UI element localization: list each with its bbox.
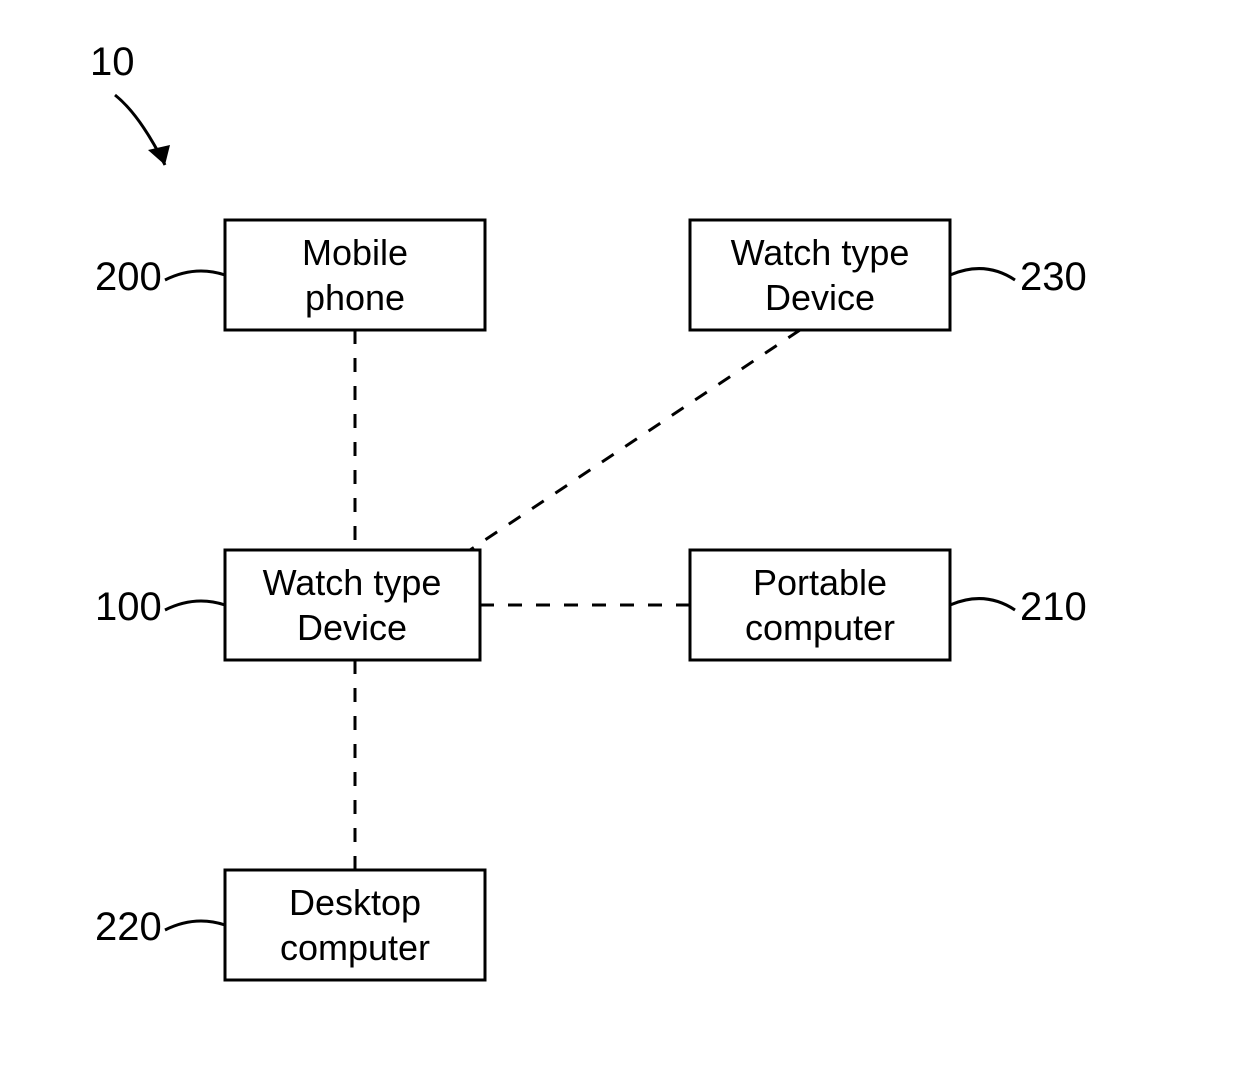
node-desktop-computer: Desktop computer	[225, 870, 485, 980]
leader-portable-computer	[950, 599, 1015, 610]
node-mobile-phone: Mobile phone	[225, 220, 485, 330]
leader-watch-center	[165, 601, 225, 610]
refnum-portable-computer: 210	[1020, 585, 1087, 629]
node-watch-center-line2: Device	[297, 607, 407, 648]
node-watch-center: Watch type Device	[225, 550, 480, 660]
node-watch-center-line1: Watch type	[263, 562, 442, 603]
node-mobile-phone-line2: phone	[305, 277, 405, 318]
figure-number: 10	[90, 40, 135, 84]
node-watch-top-line2: Device	[765, 277, 875, 318]
leader-mobile-phone	[165, 271, 225, 280]
node-desktop-computer-line1: Desktop	[289, 882, 421, 923]
node-portable-computer-line2: computer	[745, 607, 895, 648]
node-mobile-phone-line1: Mobile	[302, 232, 408, 273]
node-desktop-computer-line2: computer	[280, 927, 430, 968]
figure-arrow-head	[148, 145, 170, 165]
node-watch-top: Watch type Device	[690, 220, 950, 330]
refnum-mobile-phone: 200	[95, 255, 162, 299]
node-watch-top-line1: Watch type	[731, 232, 910, 273]
node-portable-computer: Portable computer	[690, 550, 950, 660]
diagram-canvas: 10 Mobile phone 200 Watch type Device 23…	[0, 0, 1240, 1081]
refnum-desktop-computer: 220	[95, 905, 162, 949]
leader-desktop-computer	[165, 921, 225, 930]
connector-watch-to-center	[470, 330, 800, 550]
node-portable-computer-line1: Portable	[753, 562, 887, 603]
refnum-watch-center: 100	[95, 585, 162, 629]
leader-watch-top	[950, 269, 1015, 280]
refnum-watch-top: 230	[1020, 255, 1087, 299]
